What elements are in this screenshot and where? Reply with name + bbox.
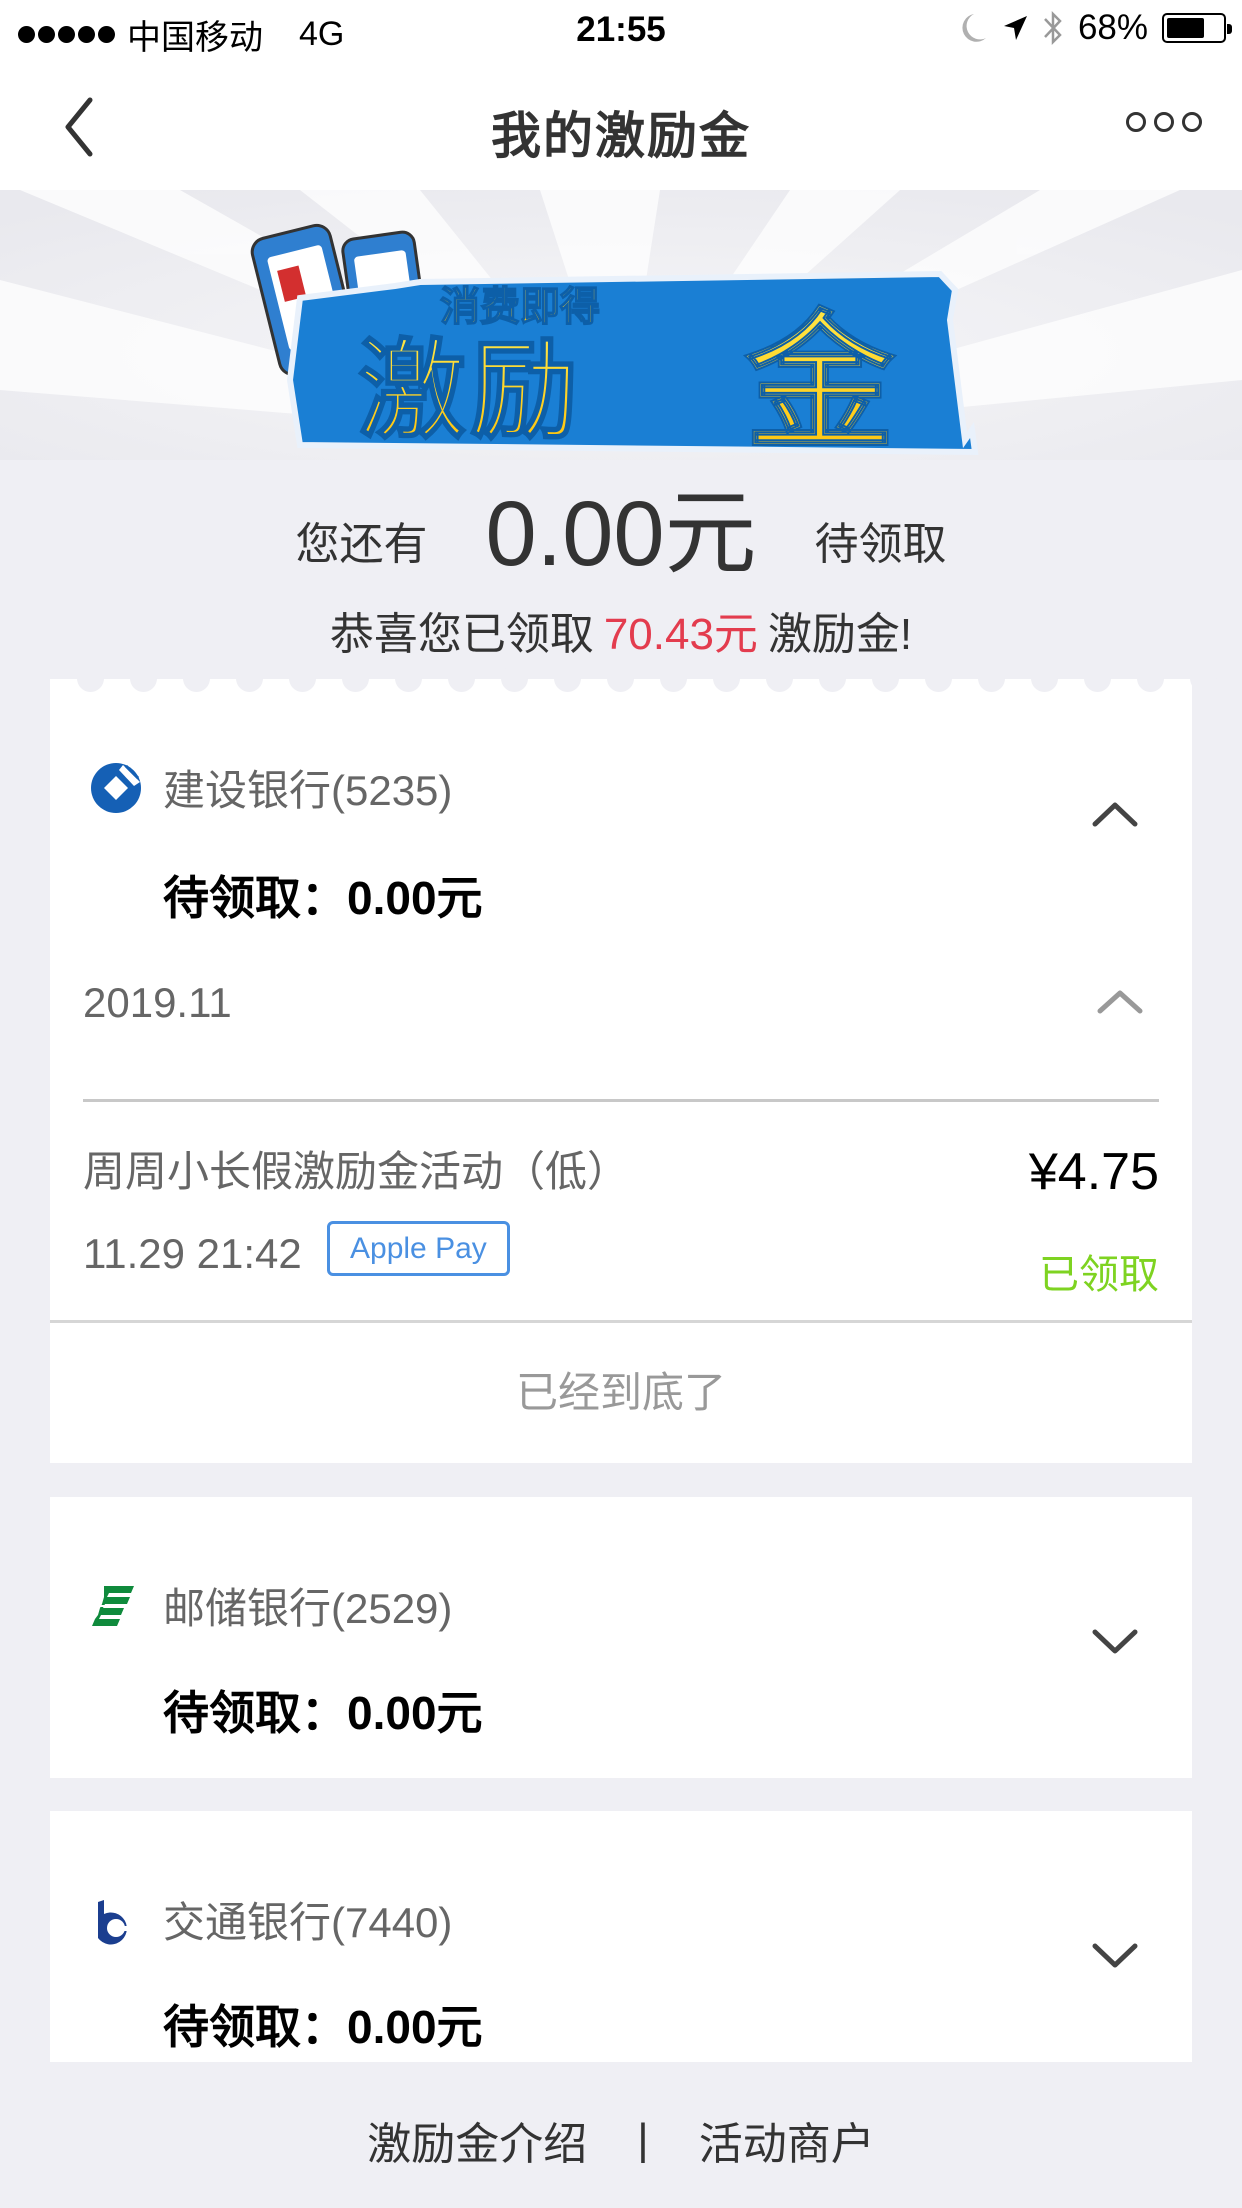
bank-pending: 待领取：0.00元 — [163, 872, 483, 924]
merchants-link[interactable]: 活动商户 — [699, 2108, 875, 2172]
bank-pending: 待领取：0.00元 — [163, 1687, 483, 1739]
banner-title-part: 激励 — [358, 329, 582, 454]
banner-graphic: 消费即得 激励 金 — [0, 190, 1242, 460]
transaction-time: 11.29 21:42 — [83, 1230, 302, 1277]
moon-icon — [962, 14, 986, 42]
bank-header-bocom[interactable]: 交通银行(7440) 待领取：0.00元 — [50, 1811, 1192, 2062]
payment-method-badge: Apple Pay — [327, 1221, 510, 1276]
chevron-down-icon[interactable] — [1090, 1627, 1140, 1657]
nav-bar: 我的激励金 — [0, 62, 1242, 190]
bank-card-psbc: 邮储银行(2529) 待领取：0.00元 — [50, 1497, 1192, 1778]
promo-banner: 消费即得 激励 金 — [0, 190, 1242, 460]
bocom-logo-icon — [98, 1900, 132, 1945]
transaction-status: 已领取 — [1039, 1253, 1159, 1297]
location-arrow-icon — [1003, 16, 1027, 40]
received-total-amount: 70.43元 — [603, 610, 758, 659]
chevron-up-icon[interactable] — [1090, 799, 1140, 829]
transaction-item[interactable]: 周周小长假激励金活动（低） ¥4.75 11.29 21:42 Apple Pa… — [50, 1102, 1192, 1320]
chevron-down-icon[interactable] — [1090, 1941, 1140, 1971]
more-dots-icon — [1126, 112, 1146, 132]
scallop — [1190, 665, 1217, 692]
pending-prefix: 您还有 — [295, 520, 428, 569]
bank-pending: 待领取：0.00元 — [163, 2001, 483, 2053]
month-group-header[interactable]: 2019.11 — [50, 979, 1192, 1099]
month-label: 2019.11 — [83, 979, 232, 1026]
chevron-up-icon[interactable] — [1096, 989, 1144, 1015]
bank-name: 建设银行(5235) — [163, 767, 453, 814]
congrats-suffix: 激励金! — [767, 610, 913, 659]
incentive-intro-link[interactable]: 激励金介绍 — [367, 2108, 587, 2172]
bank-card-ccb: 建设银行(5235) 待领取：0.00元 2019.11 周周小长假激励金活动（… — [50, 665, 1217, 1463]
battery-icon — [1162, 13, 1232, 43]
pending-summary: 您还有 0.00元 待领取 — [0, 470, 1242, 580]
transaction-title: 周周小长假激励金活动（低） — [83, 1148, 630, 1195]
more-button[interactable] — [1126, 112, 1202, 132]
congrats-prefix: 恭喜您已领取 — [329, 610, 594, 659]
received-summary: 恭喜您已领取 70.43元 激励金! — [0, 598, 1242, 662]
divider — [50, 1320, 1192, 1323]
battery-percent: 68% — [1077, 8, 1148, 47]
page-title: 我的激励金 — [491, 108, 751, 164]
end-of-list-text: 已经到底了 — [515, 1369, 726, 1416]
footer-separator: | — [637, 2115, 649, 2164]
bank-name: 邮储银行(2529) — [163, 1585, 453, 1632]
bank-card-bocom: 交通银行(7440) 待领取：0.00元 — [50, 1811, 1192, 2062]
footer-links: 激励金介绍 | 活动商户 — [0, 2108, 1242, 2172]
summary-section: 您还有 0.00元 待领取 恭喜您已领取 70.43元 激励金! — [0, 470, 1242, 662]
banner-title-gold: 金 — [744, 297, 896, 460]
bank-name: 交通银行(7440) — [163, 1899, 453, 1946]
pending-suffix: 待领取 — [814, 520, 947, 569]
psbc-logo-icon — [92, 1586, 134, 1626]
banner-subtitle: 消费即得 — [440, 284, 600, 330]
bluetooth-icon — [1044, 10, 1062, 46]
pending-total-amount: 0.00元 — [485, 483, 757, 585]
transaction-amount: ¥4.75 — [1028, 1143, 1159, 1201]
ccb-logo-icon — [91, 763, 141, 813]
status-right: 68% — [960, 8, 1232, 48]
bank-header-psbc[interactable]: 邮储银行(2529) 待领取：0.00元 — [50, 1497, 1192, 1778]
bank-header-ccb[interactable]: 建设银行(5235) 待领取：0.00元 — [50, 679, 1192, 924]
status-bar: 中国移动 4G 21:55 68% — [0, 0, 1242, 62]
